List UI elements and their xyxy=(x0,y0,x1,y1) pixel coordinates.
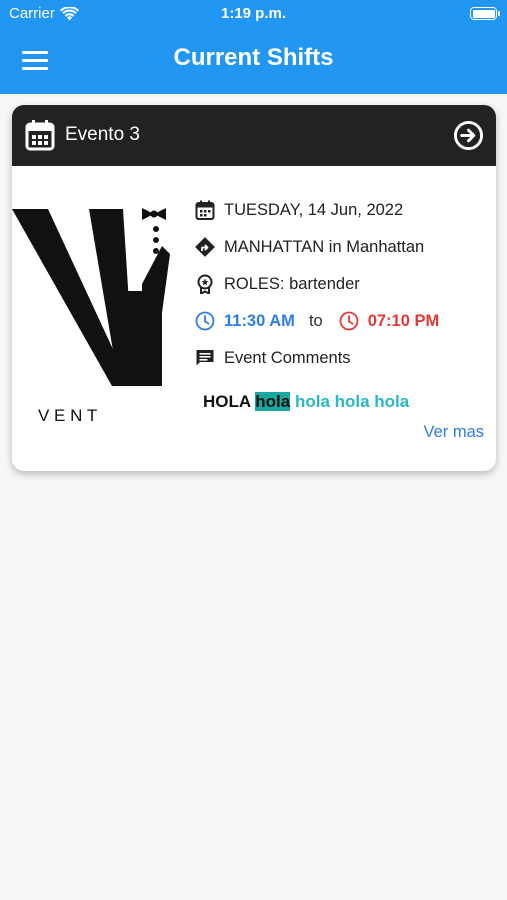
shift-card[interactable]: Evento 3 V E N T TUESDAY, 14 Jun, 2022 M… xyxy=(12,105,496,471)
event-date: TUESDAY, 14 Jun, 2022 xyxy=(224,200,404,219)
badge-icon xyxy=(197,274,213,294)
status-time: 1:19 p.m. xyxy=(220,5,287,22)
page-title: Current Shifts xyxy=(173,44,334,71)
location-row: MANHATTAN in Manhattan xyxy=(195,237,424,257)
comment-icon xyxy=(196,350,214,366)
start-time: 11:30 AM xyxy=(224,311,295,330)
comment-part: hola hola hola xyxy=(294,392,410,411)
event-logo: V E N T xyxy=(12,166,182,466)
event-name: Evento 3 xyxy=(65,124,140,145)
status-bar: Carrier 1:19 p.m. xyxy=(0,0,507,28)
battery-icon xyxy=(470,7,500,20)
event-location: MANHATTAN in Manhattan xyxy=(224,237,425,256)
roles-row: ROLES: bartender xyxy=(195,274,360,294)
arrow-circle-right-icon[interactable] xyxy=(453,120,484,151)
comments-row: Event Comments xyxy=(195,348,351,368)
app-bar: Carrier 1:19 p.m. Current Shifts xyxy=(0,0,507,94)
comment-part-highlighted: hola xyxy=(255,392,291,411)
time-row: 11:30 AM to 07:10 PM xyxy=(195,311,439,331)
event-comment-text: HOLA hola hola hola hola xyxy=(203,392,483,416)
clock-icon xyxy=(339,311,359,331)
clock-icon xyxy=(195,311,215,331)
comments-label: Event Comments xyxy=(224,348,351,367)
event-roles: ROLES: bartender xyxy=(224,274,360,293)
comment-part: HOLA xyxy=(203,392,251,411)
end-time: 07:10 PM xyxy=(367,311,440,330)
calendar-small-icon xyxy=(195,200,215,220)
date-row: TUESDAY, 14 Jun, 2022 xyxy=(195,200,403,220)
directions-icon xyxy=(195,237,215,257)
calendar-icon xyxy=(25,120,55,151)
shift-card-header: Evento 3 xyxy=(12,105,496,166)
logo-text: V E N T xyxy=(38,406,97,425)
ver-mas-link[interactable]: Ver mas xyxy=(423,423,484,442)
time-separator: to xyxy=(308,311,323,330)
